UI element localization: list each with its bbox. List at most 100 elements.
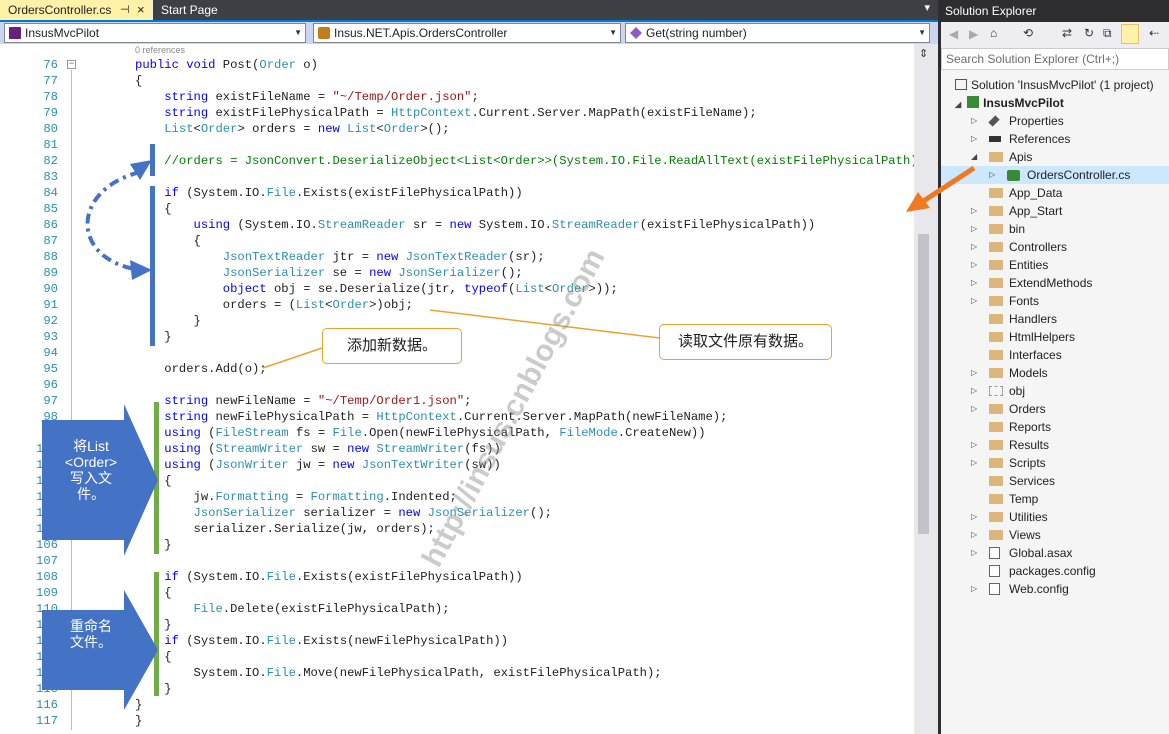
sync-icon[interactable]: ⇄ xyxy=(1062,26,1072,40)
expand-arrow-icon[interactable]: ▷ xyxy=(971,220,979,238)
config-file-icon xyxy=(989,565,1000,577)
solution-node[interactable]: Solution 'InsusMvcPilot' (1 project) xyxy=(955,76,1154,94)
tree-item-models[interactable]: ▷ Models xyxy=(941,364,1169,382)
tree-item-label: Web.config xyxy=(1009,582,1069,596)
tree-item-label: Utilities xyxy=(1009,510,1048,524)
solution-explorer: Solution Explorer ◀ ▶ ⌂ ⟲ ⇄ ↻ ⧉ ⇠ Search… xyxy=(938,0,1169,734)
refresh-icon[interactable]: ↻ xyxy=(1084,26,1094,40)
home-icon[interactable]: ⌂ xyxy=(990,26,997,40)
tree-item-obj[interactable]: ▷ obj xyxy=(941,382,1169,400)
folder-icon xyxy=(989,476,1003,486)
split-icon[interactable]: ⇕ xyxy=(919,47,928,60)
tree-item-label: Properties xyxy=(1009,114,1064,128)
tree-item-web-config[interactable]: ▷ Web.config xyxy=(941,580,1169,598)
tree-item-label: Orders xyxy=(1009,402,1046,416)
back-icon[interactable]: ◀ xyxy=(949,27,958,41)
tree-item-properties[interactable]: ▷ Properties xyxy=(941,112,1169,130)
tree-item-scripts[interactable]: ▷ Scripts xyxy=(941,454,1169,472)
folder-open-icon xyxy=(989,152,1003,162)
folder-icon xyxy=(989,404,1003,414)
folder-icon xyxy=(989,188,1003,198)
tree-item-label: ExtendMethods xyxy=(1009,276,1093,290)
wrench-icon xyxy=(988,115,1000,127)
expand-arrow-icon[interactable]: ▷ xyxy=(971,112,979,130)
tree-item-handlers[interactable]: Handlers xyxy=(941,310,1169,328)
tree-item-label: packages.config xyxy=(1009,564,1096,578)
tree-item-label: Controllers xyxy=(1009,240,1068,254)
tree-item-extendmethods[interactable]: ▷ ExtendMethods xyxy=(941,274,1169,292)
arrow-head-top xyxy=(130,160,152,180)
tree-item-views[interactable]: ▷ Views xyxy=(941,526,1169,544)
collapse-all-icon[interactable]: ⧉ xyxy=(1103,26,1112,41)
solution-icon xyxy=(955,79,967,90)
tree-item-interfaces[interactable]: Interfaces xyxy=(941,346,1169,364)
config-file-icon xyxy=(989,583,1000,595)
expand-arrow-icon[interactable]: ▷ xyxy=(971,130,979,148)
vertical-scrollbar[interactable]: ⇕ xyxy=(914,44,938,734)
expand-arrow-icon[interactable]: ▷ xyxy=(971,238,979,256)
project-node[interactable]: ◢ InsusMvcPilot xyxy=(955,94,1064,112)
tree-item-orders[interactable]: ▷ Orders xyxy=(941,400,1169,418)
expand-arrow-icon[interactable]: ▷ xyxy=(971,382,979,400)
expand-arrow-icon[interactable]: ▷ xyxy=(971,544,979,562)
tree-item-label: App_Start xyxy=(1009,204,1063,218)
forward-icon[interactable]: ▶ xyxy=(969,27,978,41)
tree-item-controllers[interactable]: ▷ Controllers xyxy=(941,238,1169,256)
csharp-file-icon xyxy=(1007,170,1020,181)
tree-item-entities[interactable]: ▷ Entities xyxy=(941,256,1169,274)
folder-icon xyxy=(989,242,1003,252)
arrow-head-bottom xyxy=(130,260,152,280)
project-label: InsusMvcPilot xyxy=(983,96,1064,110)
code-editor[interactable]: OrdersController.cs ⊣ × Start Page ▾ Ins… xyxy=(0,0,938,734)
folder-icon xyxy=(989,458,1003,468)
tree-item-services[interactable]: Services xyxy=(941,472,1169,490)
expand-arrow-icon[interactable]: ▷ xyxy=(971,364,979,382)
expand-arrow-icon[interactable]: ▷ xyxy=(971,526,979,544)
expand-arrow-icon[interactable]: ▷ xyxy=(971,400,979,418)
scrollbar-thumb[interactable] xyxy=(918,234,929,534)
expand-arrow-icon[interactable]: ▷ xyxy=(971,292,979,310)
expand-arrow-icon[interactable]: ▷ xyxy=(989,166,997,184)
csharp-project-icon xyxy=(967,96,980,108)
tree-item-bin[interactable]: ▷ bin xyxy=(941,220,1169,238)
tree-item-references[interactable]: ▷ References xyxy=(941,130,1169,148)
folder-dashed-icon xyxy=(989,386,1003,396)
curved-dashed-arrow xyxy=(85,170,141,272)
annotation-overlay xyxy=(42,160,661,710)
show-all-files-icon[interactable] xyxy=(1121,24,1139,44)
tree-item-label: Apis xyxy=(1009,150,1033,164)
preview-icon[interactable]: ⇠ xyxy=(1149,26,1159,40)
expand-arrow-icon[interactable]: ▷ xyxy=(971,580,979,598)
label-rename-file: 重命名 文件。 xyxy=(70,618,112,650)
tree-item-utilities[interactable]: ▷ Utilities xyxy=(941,508,1169,526)
history-icon[interactable]: ⟲ xyxy=(1023,26,1033,40)
tree-item-label: References xyxy=(1009,132,1071,146)
tree-item-label: Views xyxy=(1009,528,1041,542)
solution-explorer-title: Solution Explorer xyxy=(941,0,1169,22)
tree-item-label: Fonts xyxy=(1009,294,1040,308)
tree-item-htmlhelpers[interactable]: HtmlHelpers xyxy=(941,328,1169,346)
tree-item-temp[interactable]: Temp xyxy=(941,490,1169,508)
folder-icon xyxy=(989,368,1003,378)
callout-pointer-line xyxy=(262,347,323,369)
tree-item-label: OrdersController.cs xyxy=(1027,168,1131,182)
expand-arrow-icon[interactable]: ▷ xyxy=(971,508,979,526)
folder-icon xyxy=(989,350,1003,360)
tree-item-fonts[interactable]: ▷ Fonts xyxy=(941,292,1169,310)
expand-arrow-icon[interactable]: ▷ xyxy=(971,256,979,274)
tree-item-label: Models xyxy=(1009,366,1048,380)
solution-label: Solution 'InsusMvcPilot' (1 project) xyxy=(971,78,1154,92)
folder-icon xyxy=(989,260,1003,270)
tree-item-label: Temp xyxy=(1009,492,1039,506)
tree-item-label: Handlers xyxy=(1009,312,1058,326)
tree-item-reports[interactable]: Reports xyxy=(941,418,1169,436)
expand-arrow-icon[interactable]: ▷ xyxy=(971,436,979,454)
solution-search-input[interactable]: Search Solution Explorer (Ctrl+;) xyxy=(941,48,1169,70)
tree-item-packages-config[interactable]: packages.config xyxy=(941,562,1169,580)
tree-item-results[interactable]: ▷ Results xyxy=(941,436,1169,454)
solution-explorer-toolbar: ◀ ▶ ⌂ ⟲ ⇄ ↻ ⧉ ⇠ xyxy=(941,22,1169,48)
expand-arrow-icon[interactable]: ▷ xyxy=(971,274,979,292)
references-icon xyxy=(989,136,1001,142)
tree-item-global-asax[interactable]: ▷ Global.asax xyxy=(941,544,1169,562)
expand-arrow-icon[interactable]: ▷ xyxy=(971,454,979,472)
